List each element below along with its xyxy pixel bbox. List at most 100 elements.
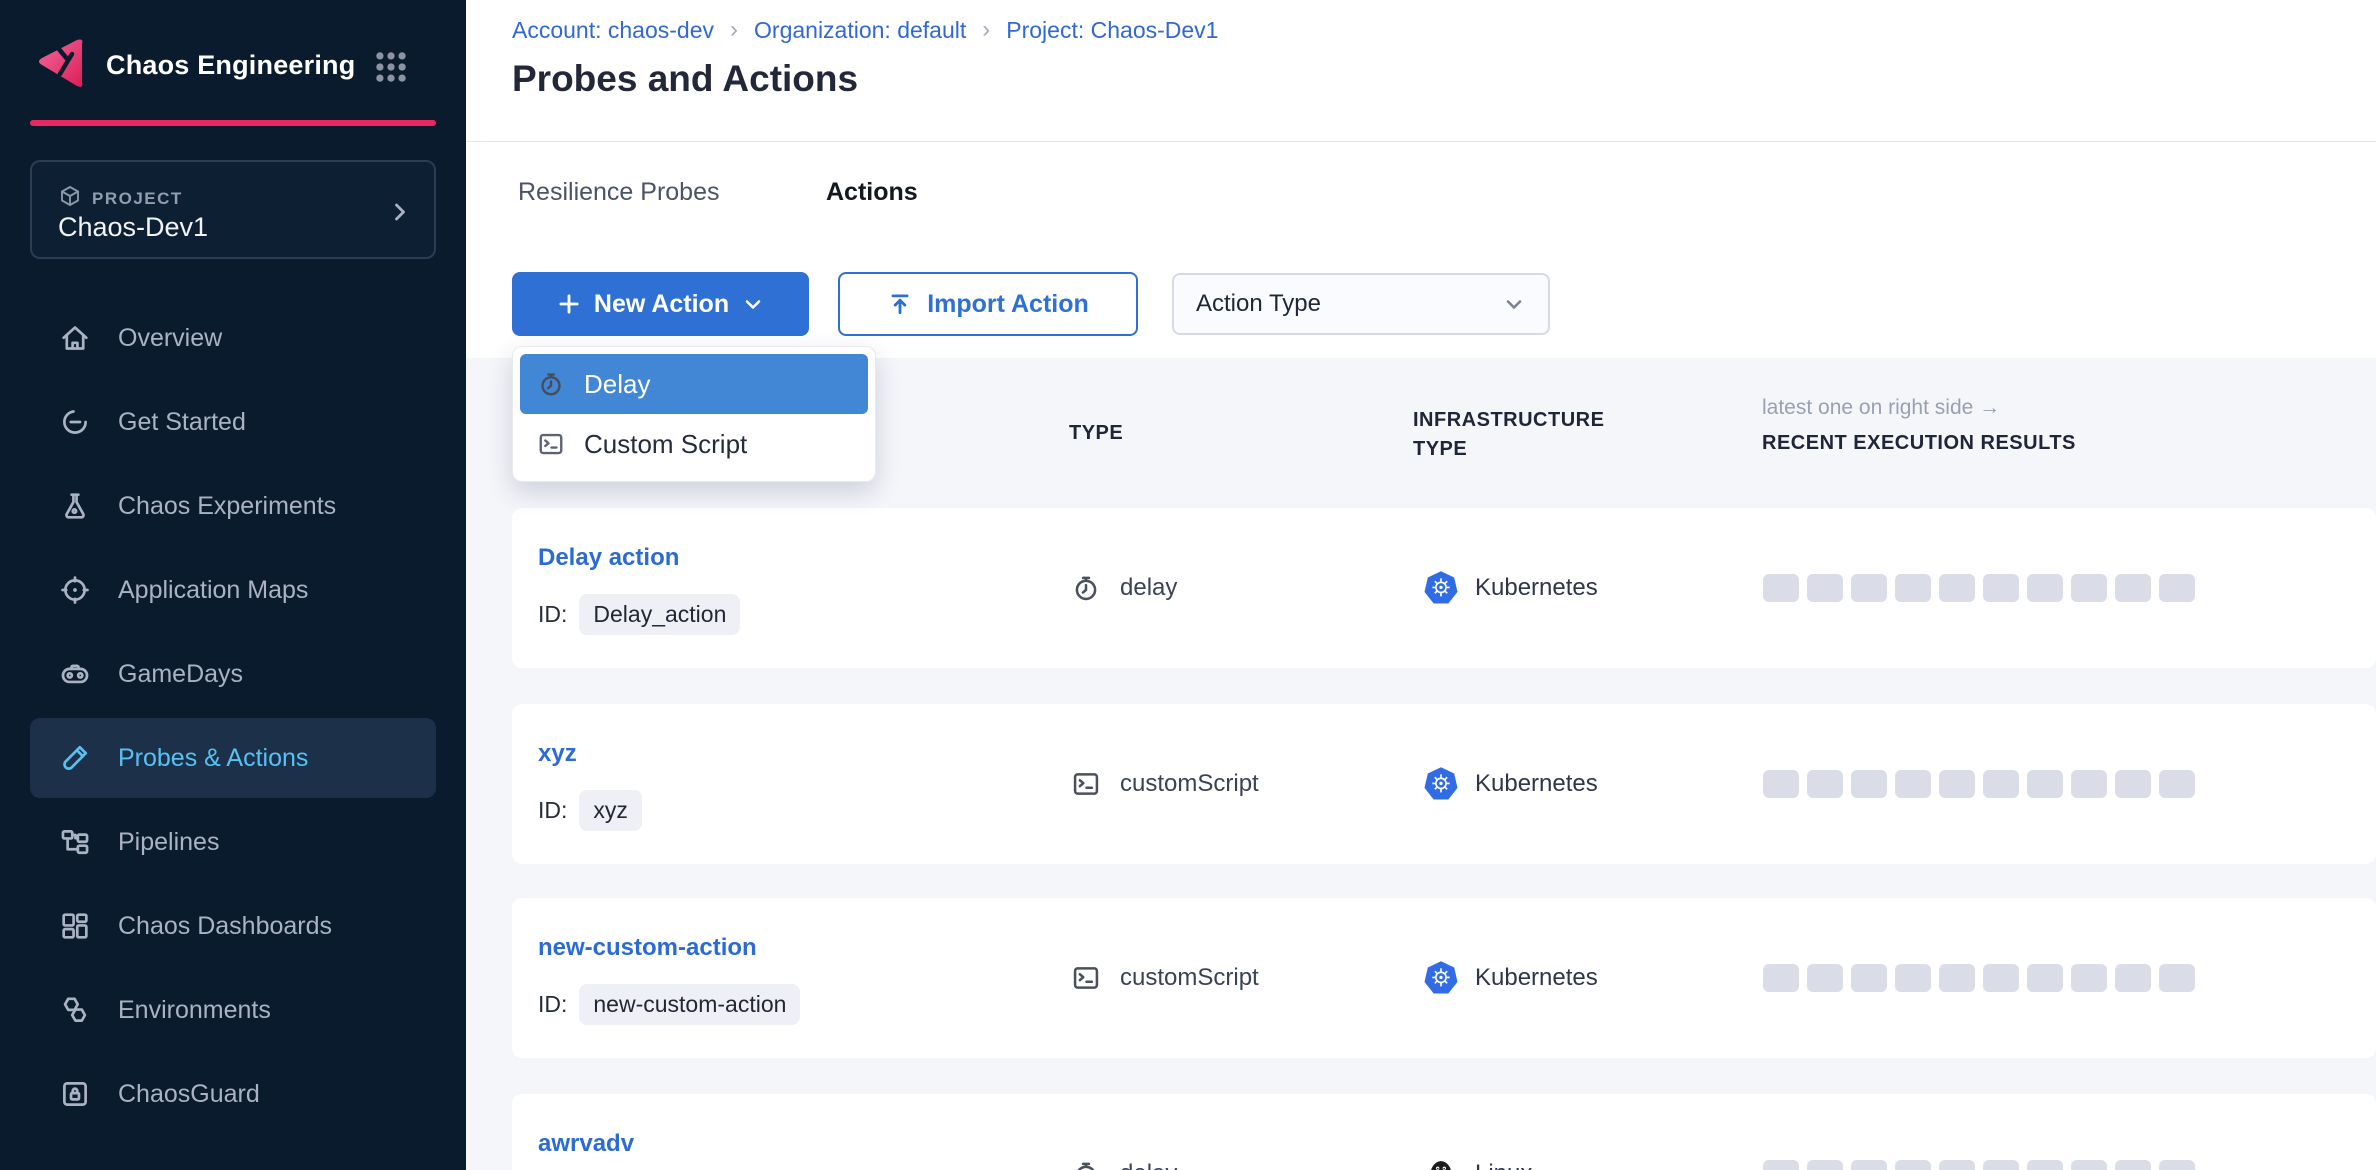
cube-icon [58,184,82,213]
action-name-link[interactable]: xyz [538,740,577,768]
project-selector[interactable]: PROJECT Chaos-Dev1 [30,160,436,259]
sort-icon[interactable] [1137,423,1159,445]
sidebar-item-environments[interactable]: Environments [30,968,436,1052]
dashboard-icon [58,909,92,943]
execution-result-placeholder [1895,770,1931,798]
execution-result-placeholder [2027,574,2063,602]
execution-result-placeholder [1939,770,1975,798]
execution-result-placeholder [1939,574,1975,602]
toolbar: New Action Import Action Action Type [466,241,2376,358]
infrastructure-cell: Kubernetes [1423,960,1598,996]
execution-result-placeholder [2027,1160,2063,1170]
main-content: Account: chaos-dev › Organization: default… [466,0,2376,1170]
table-row: xyz ID: xyz customScript Kubernetes [512,704,2376,864]
id-label: ID: [538,601,567,628]
action-id-value: new-custom-action [579,984,800,1025]
tab-resilience-probes[interactable]: Resilience Probes [518,178,720,207]
execution-result-placeholder [2071,964,2107,992]
action-type-select[interactable]: Action Type [1172,273,1550,335]
copy-icon[interactable] [654,796,682,824]
column-header-type: TYPE [1069,422,1159,445]
breadcrumb-link[interactable]: Account: chaos-dev [512,17,714,44]
kubernetes-icon [1423,960,1459,996]
action-name-link[interactable]: new-custom-action [538,934,757,962]
sidebar-item-get-started[interactable]: Get Started [30,380,436,464]
brand-divider [30,120,436,126]
copy-icon[interactable] [812,990,840,1018]
sidebar-item-chaos-dashboards[interactable]: Chaos Dashboards [30,884,436,968]
sidebar-item-pipelines[interactable]: Pipelines [30,800,436,884]
gamepad-icon [58,657,92,691]
tab-bar: Resilience Probes Actions [466,142,2376,241]
breadcrumb-link[interactable]: Organization: default [754,17,966,44]
execution-result-placeholder [1807,1160,1843,1170]
page-title: Probes and Actions [512,58,858,100]
execution-result-placeholder [2115,770,2151,798]
execution-result-placeholder [1763,770,1799,798]
execution-result-placeholder [1763,964,1799,992]
sort-icon[interactable] [1710,422,1732,444]
sidebar-item-chaosguard[interactable]: ChaosGuard [30,1052,436,1136]
dropdown-item-custom-script[interactable]: Custom Script [520,414,868,474]
table-row: awrvadv delay Linux [512,1094,2376,1170]
getstarted-icon [58,405,92,439]
execution-result-placeholder [1763,1160,1799,1170]
execution-result-placeholder [1851,770,1887,798]
id-label: ID: [538,797,567,824]
type-cell: customScript [1070,768,1259,800]
terminal-icon [536,429,566,459]
execution-result-placeholder [1807,574,1843,602]
app-grid-icon[interactable] [372,48,410,86]
recent-execution-results [1763,1160,2195,1170]
sidebar-item-gamedays[interactable]: GameDays [30,632,436,716]
upload-icon [887,291,913,317]
breadcrumb-separator: › [982,16,990,44]
sidebar-nav: Overview Get Started Chaos Experiments A… [30,296,436,1136]
new-action-button[interactable]: New Action [512,272,809,336]
copy-icon[interactable] [752,600,780,628]
execution-result-placeholder [2071,574,2107,602]
breadcrumb-link[interactable]: Project: Chaos-Dev1 [1006,17,1218,44]
stopwatch-icon [1070,572,1102,604]
sidebar-item-probes-actions[interactable]: Probes & Actions [30,718,436,798]
hexagons-icon [58,993,92,1027]
execution-result-placeholder [2159,574,2195,602]
action-type-value: Action Type [1196,290,1502,318]
dropdown-item-delay[interactable]: Delay [520,354,868,414]
execution-result-placeholder [1851,964,1887,992]
type-cell: delay [1070,1158,1177,1170]
sidebar-item-chaos-experiments[interactable]: Chaos Experiments [30,464,436,548]
action-name-link[interactable]: awrvadv [538,1130,634,1158]
action-name-link[interactable]: Delay action [538,544,679,572]
chevron-right-icon [386,198,414,226]
execution-result-placeholder [1983,770,2019,798]
breadcrumb-separator: › [730,16,738,44]
sidebar-item-overview[interactable]: Overview [30,296,436,380]
execution-result-placeholder [2071,1160,2107,1170]
execution-result-placeholder [2115,964,2151,992]
execution-result-placeholder [1807,964,1843,992]
table-row: new-custom-action ID: new-custom-action … [512,898,2376,1058]
home-icon [58,321,92,355]
execution-result-placeholder [1895,1160,1931,1170]
kubernetes-icon [1423,570,1459,606]
import-action-button[interactable]: Import Action [838,272,1138,336]
execution-result-placeholder [2115,1160,2151,1170]
terminal-icon [1070,768,1102,800]
harness-logo-icon [32,34,92,94]
id-label: ID: [538,991,567,1018]
execution-result-placeholder [2071,770,2107,798]
linux-icon [1423,1156,1459,1170]
recent-execution-results [1763,574,2195,602]
sidebar-item-application-maps[interactable]: Application Maps [30,548,436,632]
execution-result-placeholder [2159,1160,2195,1170]
table-row: Delay action ID: Delay_action delay Kube… [512,508,2376,668]
execution-result-placeholder [1763,574,1799,602]
tab-actions[interactable]: Actions [826,178,918,207]
type-cell: customScript [1070,962,1259,994]
sidebar-header: Chaos Engineering [0,0,466,122]
action-id-row: ID: xyz [538,788,682,832]
flask-icon [58,489,92,523]
lock-icon [58,1077,92,1111]
project-label: PROJECT [92,189,183,209]
